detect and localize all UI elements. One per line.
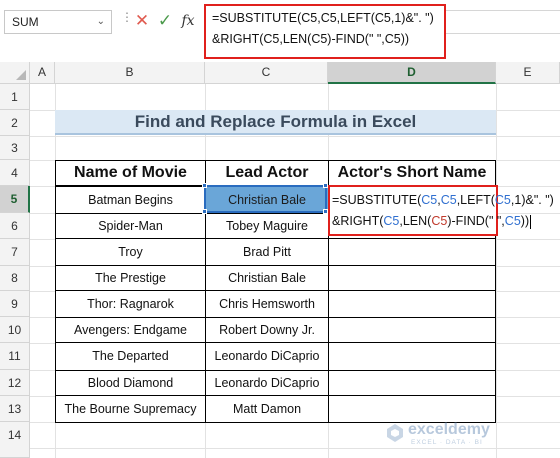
column-header-a[interactable]: A: [30, 62, 55, 84]
row-header-13[interactable]: 13: [0, 396, 30, 422]
watermark-name: exceldemy: [408, 421, 490, 438]
movie-cell[interactable]: The Prestige: [55, 265, 206, 291]
edit-line-1: =SUBSTITUTE(C5,C5,LEFT(C5,1)&". "): [332, 190, 554, 211]
row-header-6[interactable]: 6: [0, 213, 30, 239]
row-header-8[interactable]: 8: [0, 266, 30, 291]
drag-handle-icon[interactable]: ⋮: [121, 11, 133, 32]
exceldemy-logo-icon: [387, 424, 403, 442]
header-name-of-movie[interactable]: Name of Movie: [55, 160, 206, 186]
column-header-d[interactable]: D: [328, 62, 496, 84]
name-box[interactable]: SUM ⌄: [4, 10, 112, 34]
row-header-12[interactable]: 12: [0, 370, 30, 396]
resize-handle-icon[interactable]: [202, 183, 207, 188]
select-all-button[interactable]: [0, 62, 30, 84]
short-name-cell[interactable]: [328, 290, 496, 318]
movie-cell[interactable]: Batman Begins: [55, 186, 206, 214]
lead-actor-cell[interactable]: Leonardo DiCaprio: [205, 342, 329, 371]
formula-text: ,1)&". "): [510, 193, 554, 207]
row-header-3[interactable]: 3: [0, 136, 30, 160]
movie-cell[interactable]: The Bourne Supremacy: [55, 395, 206, 423]
row-header-5[interactable]: 5: [0, 186, 30, 213]
movie-cell[interactable]: Spider-Man: [55, 213, 206, 239]
lead-actor-cell[interactable]: Tobey Maguire: [205, 213, 329, 239]
movie-cell[interactable]: Avengers: Endgame: [55, 317, 206, 343]
cell-reference: C5: [504, 214, 521, 228]
formula-text: ,LEN(: [399, 214, 432, 228]
formula-bar: SUM ⌄ ⋮ ✕ ✓ fx =SUBSTITUTE(C5,C5,LEFT(C5…: [0, 0, 560, 62]
formula-text: &RIGHT(: [332, 214, 384, 228]
formula-text: )-FIND(" ",: [447, 214, 505, 228]
row-header-11[interactable]: 11: [0, 343, 30, 370]
cell-reference: C5: [383, 214, 400, 228]
edit-line-2: &RIGHT(C5,LEN(C5)-FIND(" ",C5)): [332, 211, 532, 232]
row-header-14[interactable]: 14: [0, 422, 30, 458]
formula-line-2: &RIGHT(C5,LEN(C5)-FIND(" ",C5)): [212, 32, 410, 46]
movie-cell[interactable]: The Departed: [55, 342, 206, 371]
movie-cell[interactable]: Troy: [55, 238, 206, 266]
row-header-10[interactable]: 10: [0, 317, 30, 343]
cell-reference: C5: [494, 193, 511, 207]
cell-reference: C5: [421, 193, 438, 207]
short-name-cell[interactable]: [328, 342, 496, 371]
column-header-e[interactable]: E: [496, 62, 560, 84]
header-actors-short-name[interactable]: Actor's Short Name: [328, 160, 496, 186]
watermark: exceldemy EXCEL · DATA · BI: [385, 419, 515, 449]
row-header-7[interactable]: 7: [0, 239, 30, 266]
short-name-cell[interactable]: [328, 238, 496, 266]
lead-actor-cell[interactable]: Leonardo DiCaprio: [205, 370, 329, 396]
row-header-1[interactable]: 1: [0, 84, 30, 110]
movie-cell[interactable]: Thor: Ragnarok: [55, 290, 206, 318]
column-header-c[interactable]: C: [205, 62, 328, 84]
gridline: [496, 84, 497, 458]
lead-actor-cell[interactable]: Robert Downy Jr.: [205, 317, 329, 343]
lead-actor-cell[interactable]: Chris Hemsworth: [205, 290, 329, 318]
formula-input[interactable]: =SUBSTITUTE(C5,C5,LEFT(C5,1)&". ") &RIGH…: [204, 4, 446, 59]
formula-text: )): [520, 214, 530, 228]
lead-actor-cell[interactable]: Christian Bale: [205, 186, 329, 214]
row-header-9[interactable]: 9: [0, 291, 30, 317]
short-name-cell[interactable]: [328, 370, 496, 396]
watermark-tagline: EXCEL · DATA · BI: [411, 439, 483, 446]
short-name-cell[interactable]: [328, 265, 496, 291]
lead-actor-cell[interactable]: Brad Pitt: [205, 238, 329, 266]
cell-reference: C5: [440, 193, 457, 207]
lead-actor-cell[interactable]: Christian Bale: [205, 265, 329, 291]
chevron-down-icon[interactable]: ⌄: [97, 11, 105, 33]
resize-handle-icon[interactable]: [202, 209, 207, 214]
cell-reference: C5: [431, 214, 448, 228]
cell-edit-box[interactable]: =SUBSTITUTE(C5,C5,LEFT(C5,1)&". ") &RIGH…: [328, 185, 554, 236]
insert-function-button[interactable]: fx: [178, 10, 198, 32]
row-header-4[interactable]: 4: [0, 160, 30, 186]
header-lead-actor[interactable]: Lead Actor: [205, 160, 329, 186]
formula-bar-extension: [446, 10, 560, 34]
movie-cell[interactable]: Blood Diamond: [55, 370, 206, 396]
lead-actor-cell[interactable]: Matt Damon: [205, 395, 329, 423]
name-box-value: SUM: [12, 15, 39, 29]
short-name-cell[interactable]: [328, 317, 496, 343]
enter-icon[interactable]: ✓: [155, 10, 175, 32]
formula-text: ,LEFT(: [456, 193, 495, 207]
formula-line-1: =SUBSTITUTE(C5,C5,LEFT(C5,1)&". "): [212, 11, 434, 25]
text-cursor: [530, 214, 532, 229]
row-header-2[interactable]: 2: [0, 110, 30, 136]
cancel-icon[interactable]: ✕: [132, 10, 152, 32]
column-header-b[interactable]: B: [55, 62, 205, 84]
formula-text: =SUBSTITUTE(: [332, 193, 422, 207]
gridline: [30, 136, 560, 137]
sheet-title[interactable]: Find and Replace Formula in Excel: [55, 110, 496, 135]
